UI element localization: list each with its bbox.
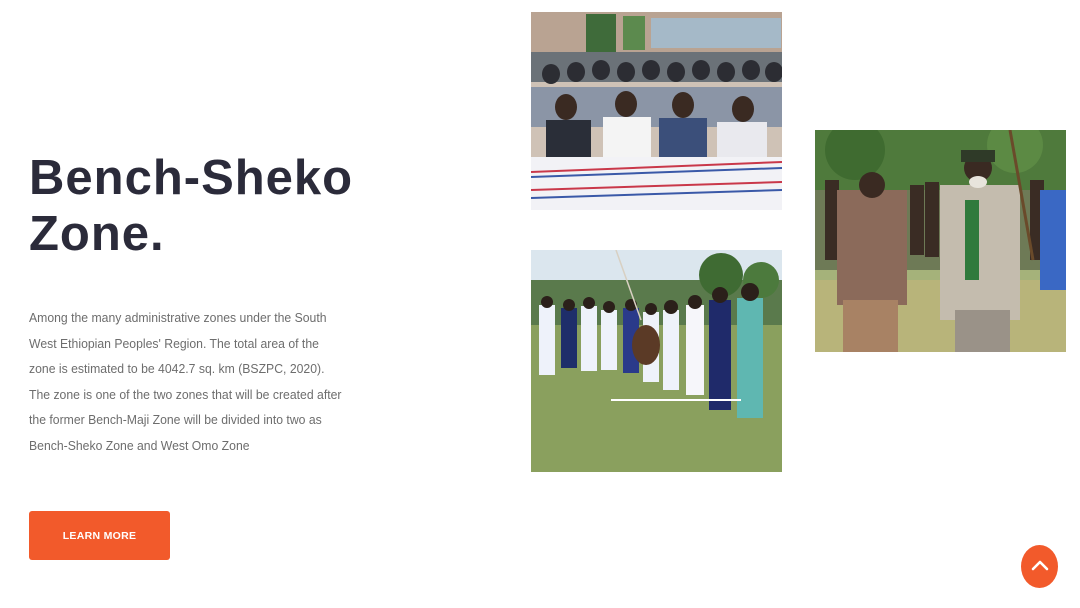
title-line-1: Bench-Sheko: [29, 151, 354, 205]
zone-description: Among the many administrative zones unde…: [29, 310, 342, 453]
page-title: Bench-Sheko Zone.: [29, 150, 409, 262]
title-line-2: Zone.: [29, 207, 165, 261]
traditional-dance-photo: [531, 250, 782, 472]
chevron-up-icon: [1031, 559, 1049, 574]
page: Bench-Sheko Zone. Among the many adminis…: [0, 0, 1080, 608]
scroll-to-top-button[interactable]: [1021, 545, 1058, 588]
learn-more-button[interactable]: LEARN MORE: [29, 511, 170, 560]
conference-audience-photo: [531, 12, 782, 210]
village-elders-photo: [815, 130, 1066, 352]
